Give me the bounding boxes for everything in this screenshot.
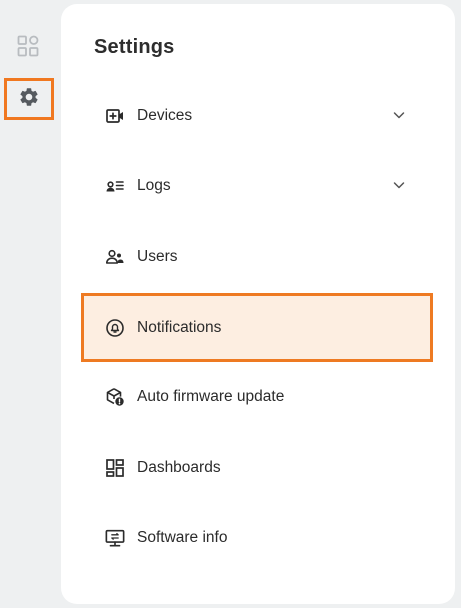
settings-item-auto-firmware-update[interactable]: Auto firmware update [81, 365, 432, 429]
apps-grid-icon [17, 35, 39, 62]
settings-panel: Settings Devices Logs Users Notification… [61, 4, 455, 604]
settings-item-logs[interactable]: Logs [81, 154, 432, 218]
settings-rail-button[interactable] [4, 78, 54, 120]
settings-item-label: Dashboards [137, 459, 221, 476]
apps-rail-button[interactable] [4, 28, 52, 68]
firmware-update-icon [105, 387, 125, 407]
settings-item-software-info[interactable]: Software info [81, 506, 432, 570]
settings-item-notifications[interactable]: Notifications [81, 293, 433, 362]
settings-item-label: Users [137, 248, 178, 265]
gear-icon [18, 86, 40, 113]
left-rail [0, 0, 54, 608]
users-icon [105, 247, 125, 267]
bell-icon [105, 318, 125, 338]
chevron-down-icon[interactable] [392, 178, 406, 192]
chevron-down-icon[interactable] [392, 108, 406, 122]
page-title: Settings [94, 36, 175, 58]
settings-item-label: Notifications [137, 318, 222, 336]
settings-item-label: Auto firmware update [137, 388, 285, 405]
monitor-icon [105, 528, 125, 548]
settings-item-label: Logs [137, 177, 171, 194]
settings-item-users[interactable]: Users [81, 225, 432, 289]
add-device-icon [105, 106, 125, 126]
settings-item-label: Devices [137, 107, 193, 124]
logs-icon [105, 176, 125, 196]
settings-item-devices[interactable]: Devices [81, 84, 432, 148]
settings-item-label: Software info [137, 529, 228, 546]
dashboards-icon [105, 458, 125, 478]
settings-item-dashboards[interactable]: Dashboards [81, 436, 432, 500]
